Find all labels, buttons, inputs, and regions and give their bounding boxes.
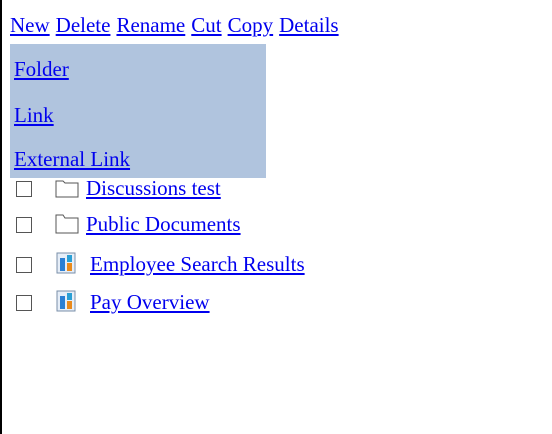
select-checkbox[interactable]: [16, 181, 32, 197]
select-checkbox[interactable]: [16, 295, 32, 311]
item-link[interactable]: Employee Search Results: [90, 244, 305, 284]
rename-link[interactable]: Rename: [116, 13, 185, 37]
menu-item-folder[interactable]: Folder: [14, 56, 69, 82]
item-link[interactable]: Public Documents: [86, 204, 241, 244]
item-link[interactable]: Pay Overview: [90, 282, 210, 322]
report-icon: [54, 282, 80, 322]
menu-item-external-link[interactable]: External Link: [14, 146, 130, 172]
new-link[interactable]: New: [10, 13, 50, 37]
toolbar: New Delete Rename Cut Copy Details: [10, 12, 345, 38]
report-icon: [54, 244, 80, 284]
new-dropdown-menu: Folder Link External Link: [10, 44, 266, 178]
folder-icon: [54, 204, 80, 244]
select-checkbox[interactable]: [16, 217, 32, 233]
details-link[interactable]: Details: [279, 13, 338, 37]
delete-link[interactable]: Delete: [56, 13, 111, 37]
menu-item-link[interactable]: Link: [14, 102, 54, 128]
select-checkbox[interactable]: [16, 257, 32, 273]
frame-border: [0, 0, 2, 434]
copy-link[interactable]: Copy: [228, 13, 274, 37]
cut-link[interactable]: Cut: [191, 13, 221, 37]
